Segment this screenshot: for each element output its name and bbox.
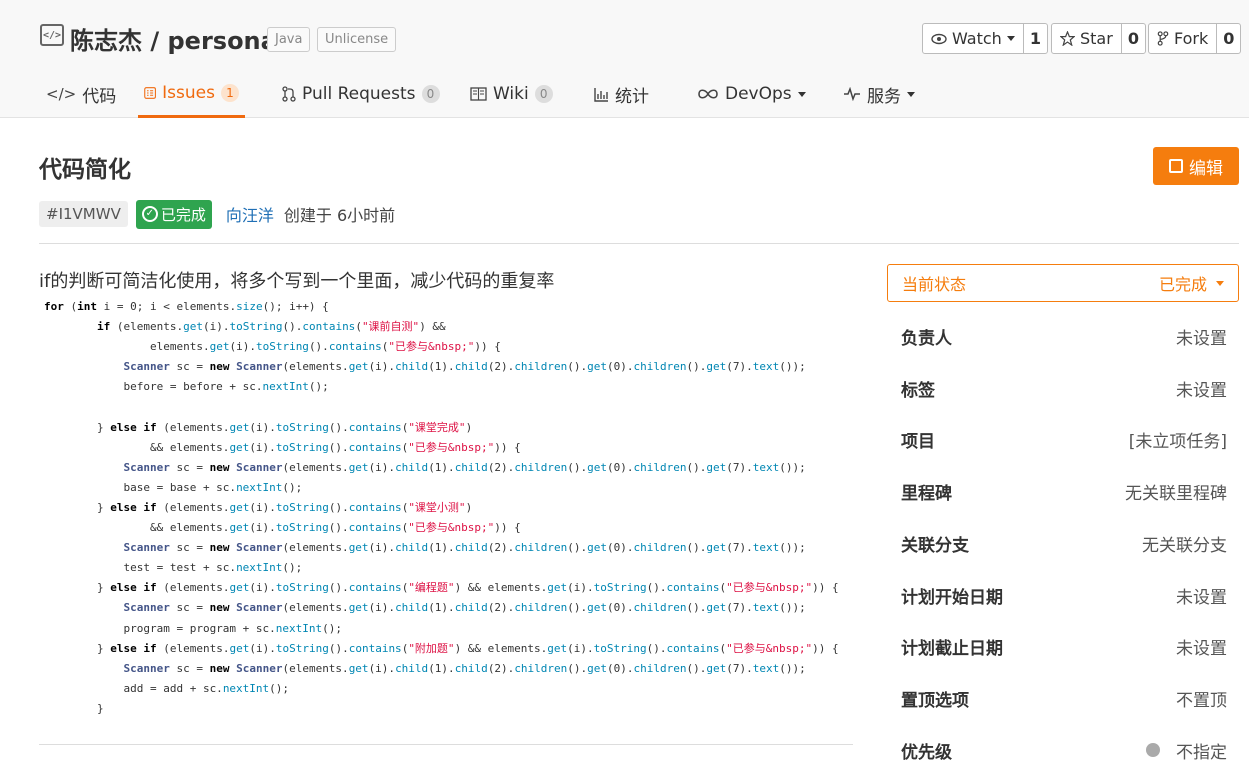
repo-header: </> 陈志杰 / personal Java Unlicense Watch …	[0, 0, 1249, 118]
fork-button[interactable]: Fork	[1149, 24, 1216, 53]
prop-labels[interactable]: 标签 未设置	[901, 376, 1227, 401]
chevron-down-icon	[797, 91, 806, 97]
issue-description: if的判断可简洁化使用，将多个写到一个里面，减少代码的重复率	[39, 271, 555, 292]
book-icon	[470, 87, 487, 101]
code-line: test = test + sc.nextInt();	[44, 561, 303, 575]
issues-count-badge: 1	[221, 83, 239, 102]
current-status-label: 当前状态	[902, 275, 967, 294]
code-line: } else if (elements.get(i).toString().co…	[44, 581, 839, 595]
current-status-select[interactable]: 当前状态 已完成	[887, 264, 1239, 302]
star-button-group: Star 0	[1051, 23, 1146, 54]
tab-code[interactable]: </> 代码	[40, 70, 122, 118]
issue-icon	[144, 86, 156, 99]
created-time: 创建于 6小时前	[283, 206, 396, 225]
watch-label: Watch	[952, 29, 1002, 48]
prop-branch[interactable]: 关联分支 无关联分支	[901, 531, 1227, 556]
repo-code-icon: </>	[40, 24, 64, 46]
tab-issues[interactable]: Issues 1	[138, 70, 245, 118]
tab-wiki[interactable]: Wiki 0	[464, 70, 559, 118]
code-line: Scanner sc = new Scanner(elements.get(i)…	[123, 360, 806, 374]
fork-button-group: Fork 0	[1148, 23, 1242, 54]
code-line: Scanner sc = new Scanner(elements.get(i)…	[123, 601, 806, 615]
prop-milestone[interactable]: 里程碑 无关联里程碑	[901, 479, 1227, 504]
edit-button[interactable]: 编辑	[1153, 147, 1239, 185]
issue-title: 代码简化	[39, 157, 131, 183]
code-line: Scanner sc = new Scanner(elements.get(i)…	[123, 460, 806, 474]
eye-icon	[931, 33, 947, 44]
language-tag[interactable]: Java	[267, 27, 311, 52]
license-tag[interactable]: Unlicense	[317, 27, 397, 52]
star-count[interactable]: 0	[1120, 24, 1145, 53]
code-icon: </>	[46, 85, 77, 103]
prop-pin[interactable]: 置顶选项 不置顶	[901, 686, 1227, 711]
fork-label: Fork	[1174, 29, 1209, 48]
fork-icon	[1157, 31, 1169, 46]
repo-separator: /	[150, 27, 160, 55]
pulse-icon	[844, 87, 860, 101]
repo-owner-link[interactable]: 陈志杰	[70, 27, 142, 55]
header-divider	[39, 243, 1239, 244]
issue-meta: #I1VMWV ✓ 已完成 向汪洋 创建于 6小时前	[39, 199, 395, 229]
issue-id: #I1VMWV	[39, 201, 128, 227]
code-line: } else if (elements.get(i).toString().co…	[44, 420, 473, 434]
code-block: for (int i = 0; i < elements.size(); i++…	[44, 297, 839, 719]
code-line: } else if (elements.get(i).toString().co…	[44, 641, 839, 655]
chevron-down-icon	[1216, 280, 1224, 286]
code-line: && elements.get(i).toString().contains("…	[44, 521, 521, 535]
stats-icon	[594, 87, 608, 102]
priority-dot-icon	[1146, 743, 1160, 757]
code-line: base = base + sc.nextInt();	[44, 480, 303, 494]
edit-icon	[1169, 159, 1183, 173]
prop-due-date[interactable]: 计划截止日期 未设置	[901, 634, 1227, 659]
code-line: program = program + sc.nextInt();	[44, 621, 343, 635]
chevron-down-icon	[1006, 36, 1015, 41]
wiki-count-badge: 0	[534, 85, 553, 103]
code-line: add = add + sc.nextInt();	[44, 681, 290, 695]
tab-pull-requests[interactable]: Pull Requests 0	[276, 70, 446, 118]
infinity-icon	[698, 89, 718, 99]
status-badge: ✓ 已完成	[135, 199, 212, 229]
code-line: } else if (elements.get(i).toString().co…	[44, 500, 473, 514]
repo-tabs: </> 代码 Issues 1 Pull Requests 0 Wiki 0 统…	[0, 70, 1249, 118]
tab-devops[interactable]: DevOps	[691, 70, 812, 118]
star-button[interactable]: Star	[1052, 24, 1121, 53]
code-line: elements.get(i).toString().contains("已参与…	[44, 340, 501, 354]
code-line: before = before + sc.nextInt();	[44, 380, 329, 394]
code-line: for (int i = 0; i < elements.size(); i++…	[44, 300, 329, 313]
tab-services[interactable]: 服务	[837, 70, 921, 118]
star-label: Star	[1080, 29, 1113, 48]
code-line: && elements.get(i).toString().contains("…	[44, 440, 521, 454]
repo-title: 陈志杰 / personal	[70, 21, 285, 56]
check-circle-icon: ✓	[141, 206, 158, 222]
pull-request-icon	[282, 86, 296, 102]
code-line: if (elements.get(i).toString().contains(…	[96, 320, 446, 334]
star-icon	[1060, 31, 1075, 46]
watch-button[interactable]: Watch	[923, 24, 1023, 53]
code-line: Scanner sc = new Scanner(elements.get(i)…	[123, 541, 806, 555]
pull-requests-count-badge: 0	[421, 85, 440, 103]
watch-count[interactable]: 1	[1022, 24, 1047, 53]
prop-priority[interactable]: 优先级 不指定	[901, 738, 1227, 760]
author-link[interactable]: 向汪洋	[226, 202, 274, 226]
fork-count[interactable]: 0	[1216, 24, 1240, 53]
prop-project[interactable]: 项目 [未立项任务]	[901, 427, 1227, 452]
current-status-value: 已完成	[1158, 275, 1207, 294]
watch-button-group: Watch 1	[922, 23, 1048, 54]
prop-assignee[interactable]: 负责人 未设置	[901, 324, 1227, 349]
code-line: }	[44, 701, 104, 715]
tab-stats[interactable]: 统计	[588, 70, 655, 118]
prop-start-date[interactable]: 计划开始日期 未设置	[901, 583, 1227, 608]
chevron-down-icon	[907, 91, 915, 97]
code-line: Scanner sc = new Scanner(elements.get(i)…	[123, 661, 806, 675]
content-divider	[39, 744, 853, 745]
